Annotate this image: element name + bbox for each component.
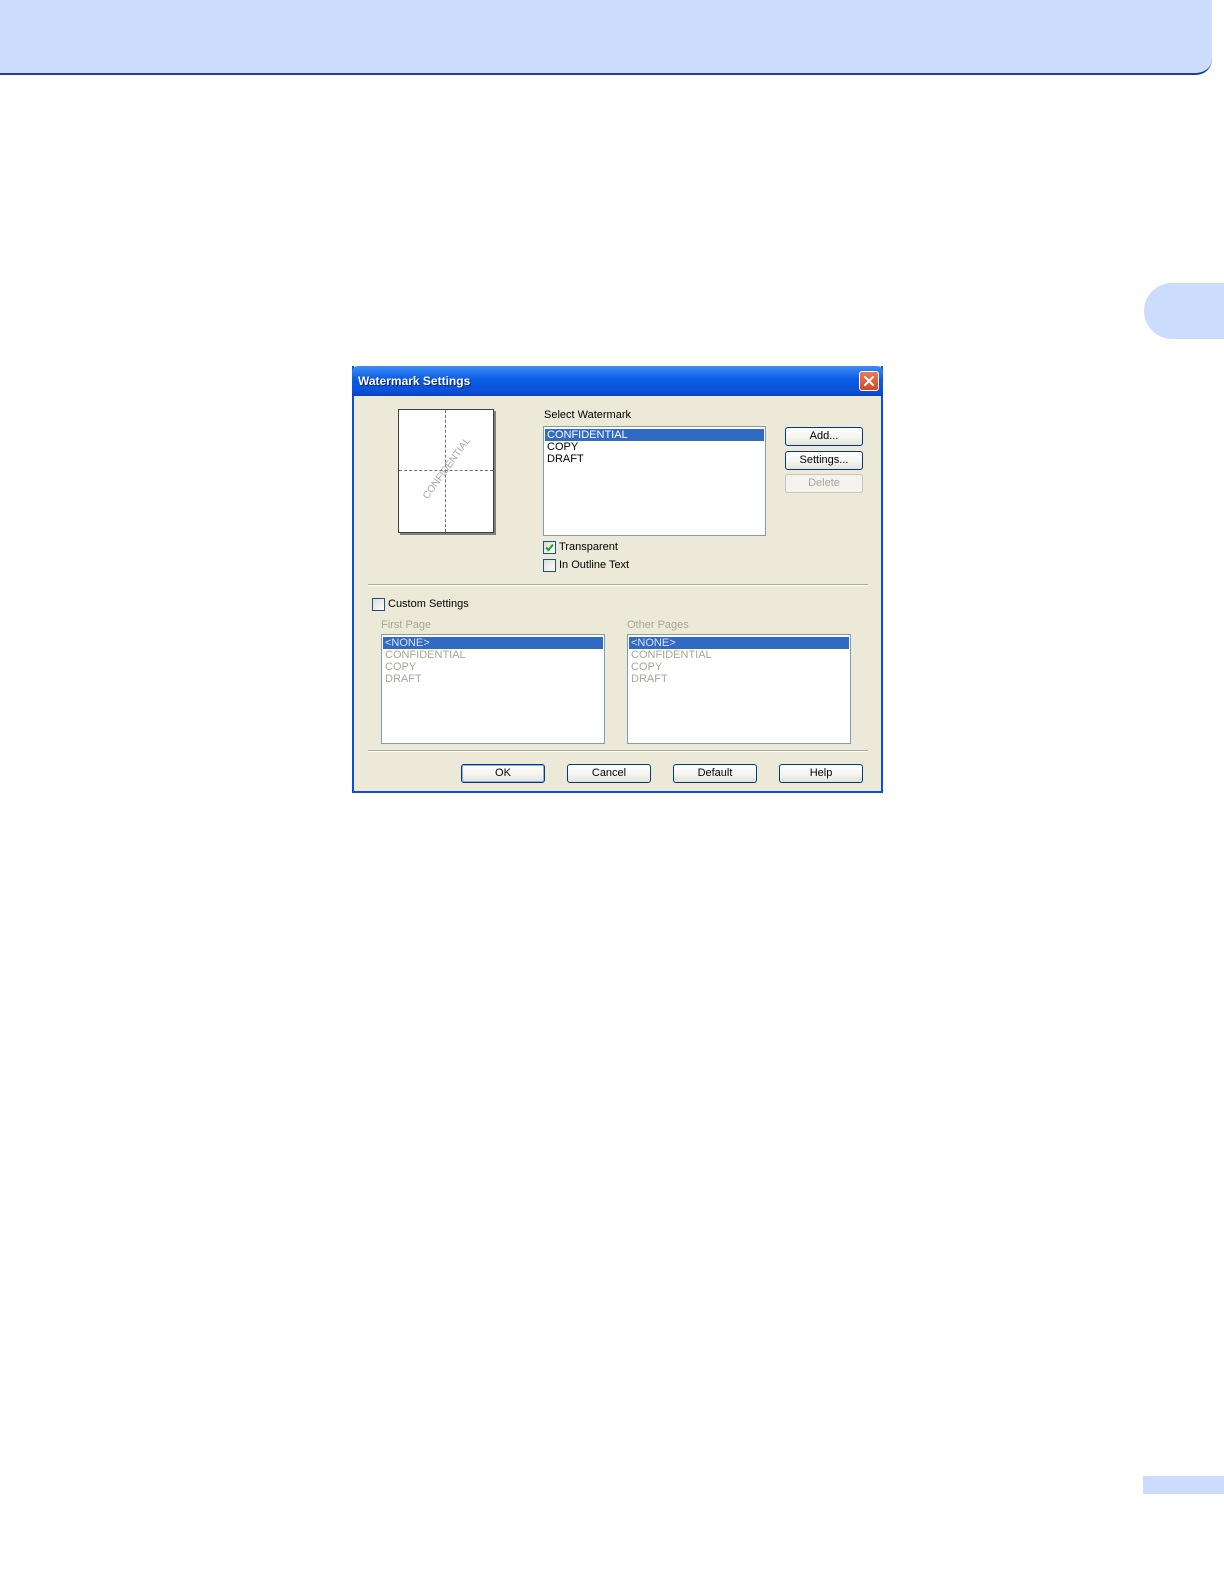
first-page-listbox[interactable]: <NONE> CONFIDENTIAL COPY DRAFT xyxy=(381,634,605,744)
list-item[interactable]: COPY xyxy=(629,661,849,673)
preview-watermark-text: CONFIDENTIAL xyxy=(420,435,474,502)
outline-text-label: In Outline Text xyxy=(559,559,630,571)
separator xyxy=(368,584,868,586)
chapter-tab xyxy=(1144,283,1224,339)
checkmark-icon xyxy=(545,543,554,552)
outline-text-checkbox[interactable] xyxy=(543,559,556,572)
manual-page: Watermark Settings CONFIDENTIAL Select W… xyxy=(0,0,1224,1584)
delete-button[interactable]: Delete xyxy=(785,474,863,493)
transparent-label: Transparent xyxy=(559,541,618,553)
ok-button[interactable]: OK xyxy=(461,764,545,783)
transparent-checkbox[interactable] xyxy=(543,541,556,554)
list-item[interactable]: DRAFT xyxy=(545,453,764,465)
settings-button[interactable]: Settings... xyxy=(785,451,863,470)
list-item[interactable]: <NONE> xyxy=(383,637,603,649)
close-button[interactable] xyxy=(859,371,879,391)
watermark-preview: CONFIDENTIAL xyxy=(398,409,494,533)
add-button[interactable]: Add... xyxy=(785,427,863,446)
list-item[interactable]: COPY xyxy=(545,441,764,453)
default-button[interactable]: Default xyxy=(673,764,757,783)
custom-settings-label: Custom Settings xyxy=(388,598,469,610)
list-item[interactable]: COPY xyxy=(383,661,603,673)
other-pages-label: Other Pages xyxy=(627,619,689,631)
title-bar[interactable]: Watermark Settings xyxy=(352,366,883,396)
list-item[interactable]: CONFIDENTIAL xyxy=(629,649,849,661)
cancel-button[interactable]: Cancel xyxy=(567,764,651,783)
separator xyxy=(368,750,868,752)
first-page-label: First Page xyxy=(381,619,432,631)
list-item[interactable]: <NONE> xyxy=(629,637,849,649)
watermark-listbox[interactable]: CONFIDENTIAL COPY DRAFT xyxy=(543,426,766,536)
list-item[interactable]: CONFIDENTIAL xyxy=(545,429,764,441)
other-pages-listbox[interactable]: <NONE> CONFIDENTIAL COPY DRAFT xyxy=(627,634,851,744)
custom-settings-checkbox[interactable] xyxy=(372,598,385,611)
list-item[interactable]: CONFIDENTIAL xyxy=(383,649,603,661)
list-item[interactable]: DRAFT xyxy=(629,673,849,685)
page-number-tab xyxy=(1143,1476,1224,1494)
list-item[interactable]: DRAFT xyxy=(383,673,603,685)
header-band xyxy=(0,0,1212,75)
help-button[interactable]: Help xyxy=(779,764,863,783)
watermark-settings-dialog: Watermark Settings CONFIDENTIAL Select W… xyxy=(352,366,883,793)
select-watermark-label: Select Watermark xyxy=(544,409,632,421)
dialog-title: Watermark Settings xyxy=(358,374,471,388)
close-icon xyxy=(864,376,874,386)
